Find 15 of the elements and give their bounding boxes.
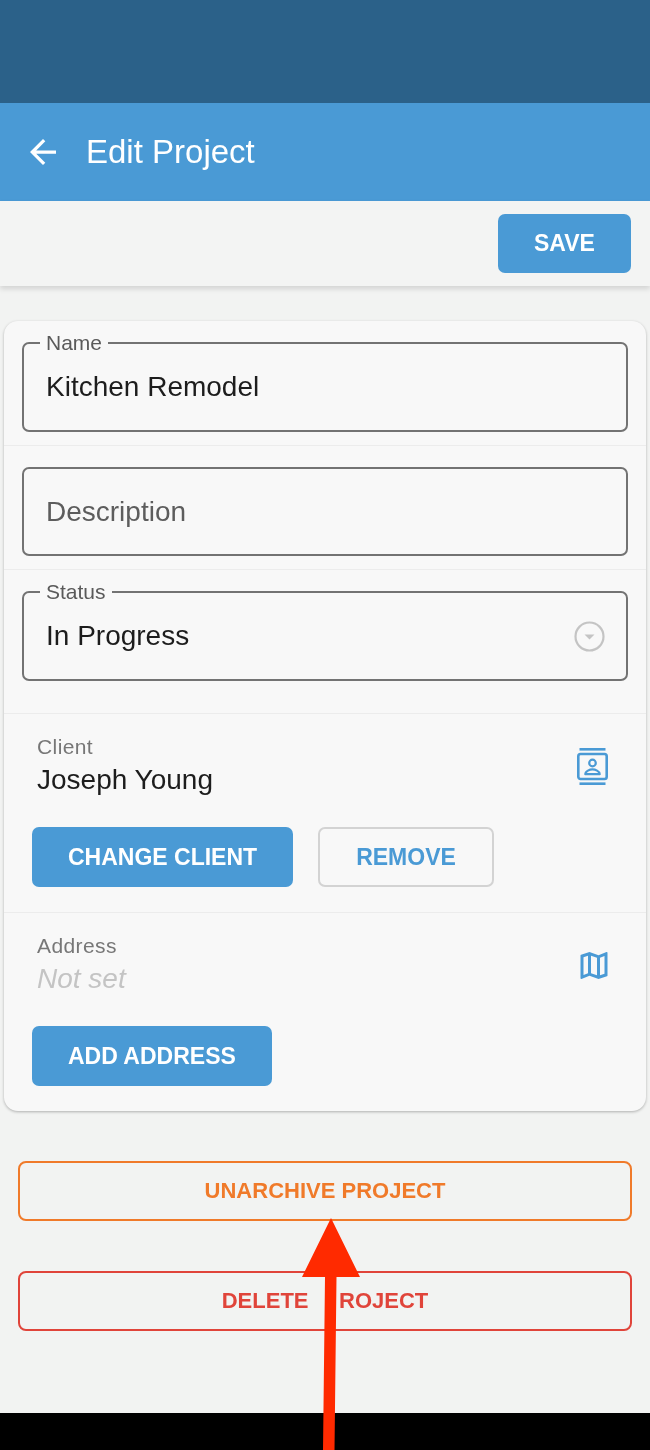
person-card-icon[interactable] <box>577 747 608 785</box>
dropdown-icon[interactable] <box>574 620 605 652</box>
text-field[interactable]: Description <box>22 467 628 556</box>
project-action-button[interactable]: DELETE ROJECT <box>18 1271 632 1331</box>
screen-title: Edit Project <box>86 133 255 171</box>
map-icon[interactable] <box>580 951 608 979</box>
address-action-button[interactable]: ADD ADDRESS <box>32 1026 272 1086</box>
back-arrow-icon[interactable] <box>30 139 56 165</box>
section-label: Client <box>37 735 95 759</box>
section-label: Address <box>37 934 118 958</box>
save-button[interactable]: SAVE <box>498 214 631 273</box>
client-action-button[interactable]: CHANGE CLIENT <box>32 827 294 887</box>
project-action-button[interactable]: UNARCHIVE PROJECT <box>18 1161 632 1221</box>
client-action-button[interactable]: REMOVE <box>318 827 494 887</box>
client-name: Joseph Young <box>37 763 213 797</box>
